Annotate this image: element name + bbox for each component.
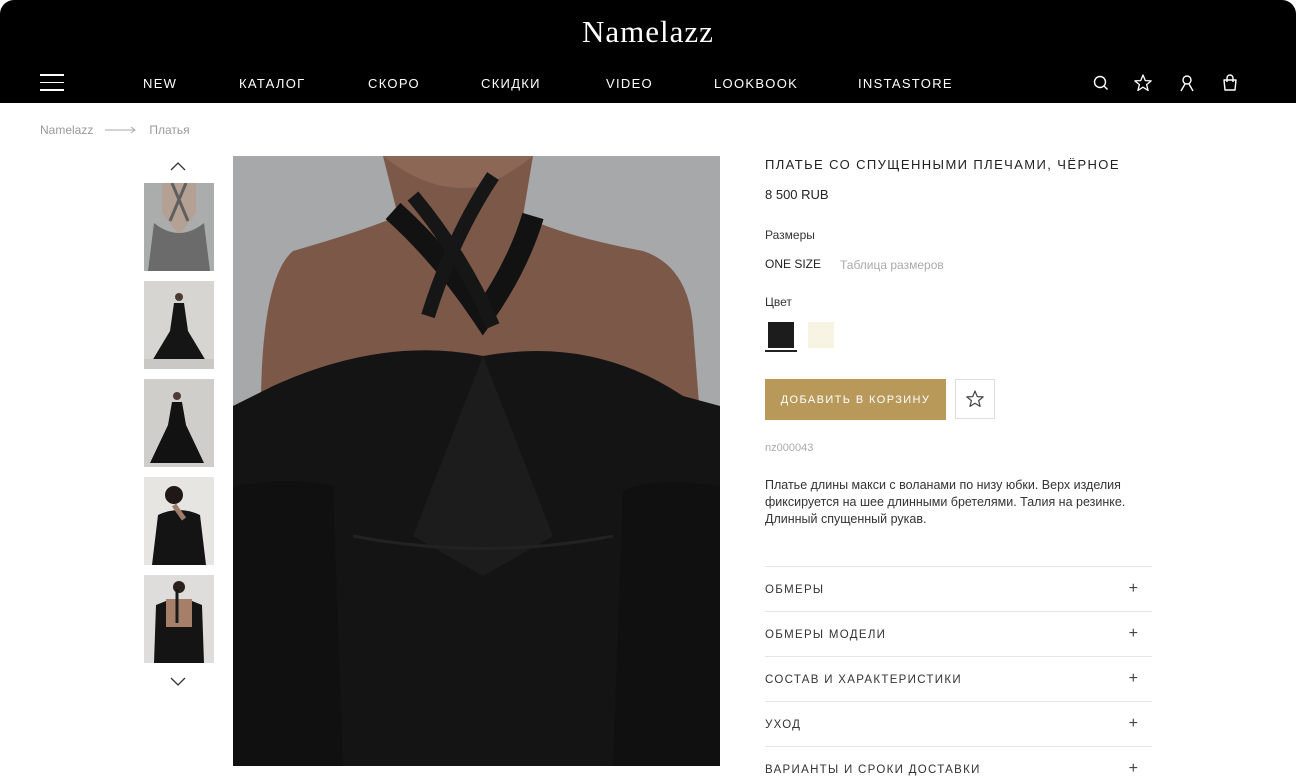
accordion-title: УХОД <box>765 719 802 731</box>
breadcrumb-current: Платья <box>149 123 190 137</box>
menu-icon[interactable] <box>40 74 64 92</box>
nav-catalog[interactable]: КАТАЛОГ <box>239 76 305 91</box>
nav-soon[interactable]: СКОРО <box>368 76 420 91</box>
nav-instastore[interactable]: INSTASTORE <box>858 76 953 91</box>
accordion-care[interactable]: УХОД + <box>765 701 1152 746</box>
accordion-title: СОСТАВ И ХАРАКТЕРИСТИКИ <box>765 674 962 686</box>
account-icon[interactable] <box>1177 73 1197 93</box>
nav-video[interactable]: VIDEO <box>606 76 653 91</box>
plus-icon: + <box>1128 625 1138 642</box>
product-title: ПЛАТЬЕ СО СПУЩЕННЫМИ ПЛЕЧАМИ, ЧЁРНОЕ <box>765 157 1120 172</box>
nav-sale[interactable]: СКИДКИ <box>481 76 541 91</box>
product-thumbnail[interactable] <box>144 281 214 369</box>
plus-icon: + <box>1128 760 1138 776</box>
add-to-favorites-button[interactable] <box>955 379 995 419</box>
product-thumbnail[interactable] <box>144 575 214 663</box>
arrow-right-icon <box>105 126 137 134</box>
search-icon[interactable] <box>1091 73 1111 93</box>
color-swatch-cream[interactable] <box>808 322 834 348</box>
site-header: Namelazz NEW КАТАЛОГ СКОРО СКИДКИ VIDEO … <box>0 0 1296 103</box>
accordion-title: ОБМЕРЫ <box>765 584 825 596</box>
breadcrumb-home[interactable]: Namelazz <box>40 123 93 137</box>
product-description: Платье длины макси с воланами по низу юб… <box>765 478 1126 526</box>
product-main-photo[interactable] <box>233 156 720 766</box>
cart-bag-icon[interactable] <box>1220 73 1240 93</box>
accordion-title: ОБМЕРЫ МОДЕЛИ <box>765 629 887 641</box>
accordion-measurements[interactable]: ОБМЕРЫ + <box>765 566 1152 611</box>
thumbs-down-arrow-icon[interactable] <box>169 675 187 689</box>
plus-icon: + <box>1128 670 1138 687</box>
size-table-link[interactable]: Таблица размеров <box>840 258 944 272</box>
accordion-title: ВАРИАНТЫ И СРОКИ ДОСТАВКИ <box>765 764 981 776</box>
color-swatch-black[interactable] <box>768 322 794 348</box>
product-sku: nz000043 <box>765 442 814 454</box>
size-option[interactable]: ONE SIZE <box>765 257 821 271</box>
thumbs-up-arrow-icon[interactable] <box>169 159 187 173</box>
accordion-delivery[interactable]: ВАРИАНТЫ И СРОКИ ДОСТАВКИ + <box>765 746 1152 776</box>
product-thumbnail[interactable] <box>144 183 214 271</box>
nav-new[interactable]: NEW <box>143 76 177 91</box>
star-icon <box>966 390 984 407</box>
color-label: Цвет <box>765 295 792 309</box>
site-logo[interactable]: Namelazz <box>0 14 1296 50</box>
selected-swatch-underline <box>765 350 797 352</box>
product-thumbnail[interactable] <box>144 477 214 565</box>
product-thumbnail[interactable] <box>144 379 214 467</box>
accordion-model-measurements[interactable]: ОБМЕРЫ МОДЕЛИ + <box>765 611 1152 656</box>
plus-icon: + <box>1128 715 1138 732</box>
add-to-cart-button[interactable]: ДОБАВИТЬ В КОРЗИНУ <box>765 379 946 420</box>
plus-icon: + <box>1128 580 1138 597</box>
nav-lookbook[interactable]: LOOKBOOK <box>714 76 798 91</box>
product-price: 8 500 RUB <box>765 187 829 202</box>
accordion-composition[interactable]: СОСТАВ И ХАРАКТЕРИСТИКИ + <box>765 656 1152 701</box>
sizes-label: Размеры <box>765 228 815 242</box>
breadcrumb: Namelazz Платья <box>40 123 190 137</box>
favorites-star-icon[interactable] <box>1133 73 1153 93</box>
